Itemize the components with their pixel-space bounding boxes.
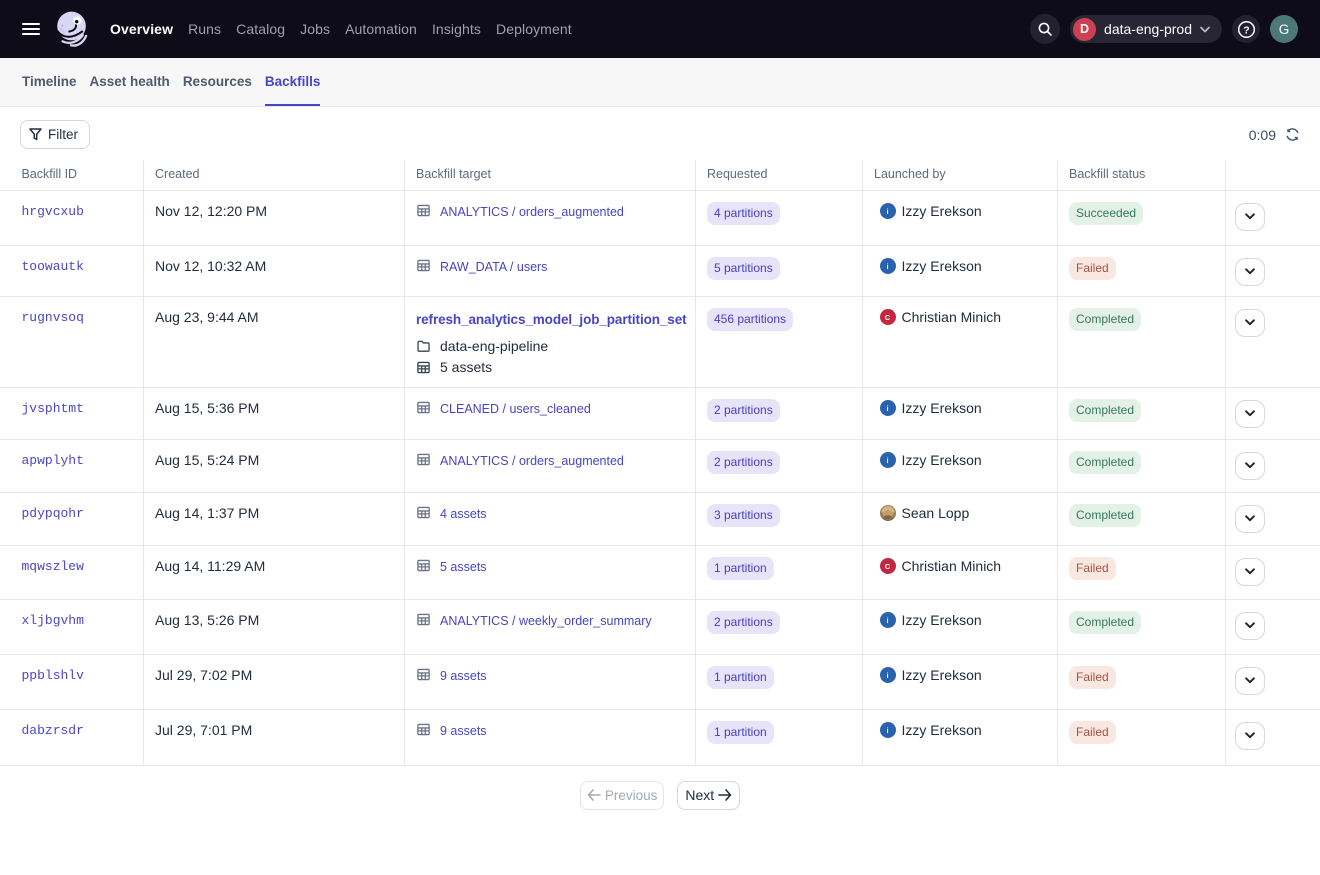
svg-text:?: ? bbox=[1243, 24, 1249, 36]
